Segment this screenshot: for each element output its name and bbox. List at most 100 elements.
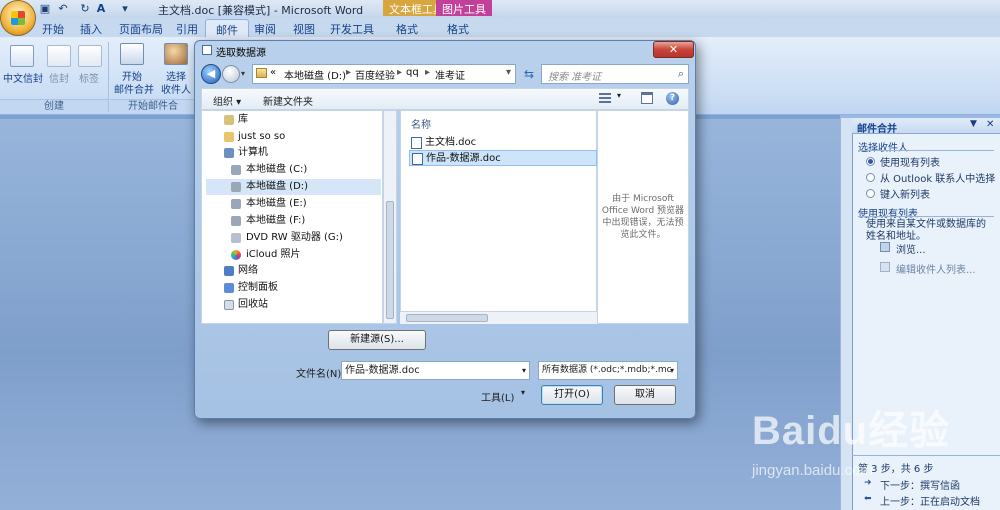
- start-mail-merge-label-2[interactable]: 邮件合并: [112, 81, 156, 96]
- help-icon[interactable]: ?: [666, 92, 679, 105]
- nav-item-drive-f[interactable]: 本地磁盘 (F:): [206, 213, 381, 229]
- edit-recipient-list-link[interactable]: 编辑收件人列表...: [896, 261, 976, 276]
- nav-item-dvd-drive[interactable]: DVD RW 驱动器 (G:): [206, 230, 381, 246]
- breadcrumb-zhunkaozheng[interactable]: 准考证: [435, 67, 465, 82]
- nav-item-network[interactable]: 网络: [206, 263, 381, 279]
- nav-label: 本地磁盘 (E:): [246, 198, 307, 209]
- option-use-existing-list[interactable]: 使用现有列表: [880, 154, 940, 169]
- select-recipients-label-2[interactable]: 收件人: [156, 81, 196, 96]
- filename-input[interactable]: 作品-数据源.doc ▾: [341, 361, 530, 380]
- task-pane-menu-icon[interactable]: ▼: [970, 119, 977, 129]
- option-outlook-contacts[interactable]: 从 Outlook 联系人中选择: [880, 170, 995, 185]
- font-color-icon[interactable]: A: [94, 2, 108, 16]
- nav-item-computer[interactable]: 计算机: [206, 145, 381, 161]
- tab-page-layout[interactable]: 页面布局: [109, 19, 173, 37]
- nav-item-icloud-photos[interactable]: iCloud 照片: [206, 247, 381, 263]
- file-type-dropdown-icon[interactable]: ▾: [670, 362, 674, 379]
- task-pane-title: 邮件合并: [857, 124, 897, 135]
- nav-item-just-so-so[interactable]: just so so: [206, 129, 381, 145]
- nav-item-drive-e[interactable]: 本地磁盘 (E:): [206, 196, 381, 212]
- tab-mailings[interactable]: 邮件: [205, 19, 249, 37]
- edit-recipient-list-icon: [880, 262, 890, 272]
- nav-item-library[interactable]: 库: [206, 112, 381, 128]
- file-type-select[interactable]: 所有数据源 (*.odc;*.mdb;*.mc ▾: [538, 361, 678, 380]
- column-header-name[interactable]: 名称: [411, 116, 431, 131]
- cancel-button[interactable]: 取消: [614, 385, 676, 405]
- breadcrumb-baidu-jingyan[interactable]: 百度经验: [355, 67, 395, 82]
- refresh-icon[interactable]: ⇆: [519, 64, 539, 84]
- breadcrumb-overflow[interactable]: «: [270, 67, 276, 78]
- task-pane-close-icon[interactable]: ✕: [986, 119, 994, 130]
- context-tab-picture-tools: 图片工具: [436, 0, 492, 16]
- browse-link[interactable]: 浏览...: [896, 241, 926, 256]
- nav-item-drive-c[interactable]: 本地磁盘 (C:): [206, 162, 381, 178]
- radio-outlook-contacts[interactable]: [866, 172, 875, 183]
- preview-pane-icon[interactable]: [641, 92, 653, 104]
- nav-item-control-panel[interactable]: 控制面板: [206, 280, 381, 296]
- undo-icon[interactable]: ↶: [56, 2, 70, 16]
- new-source-button[interactable]: 新建源(S)...: [328, 330, 426, 350]
- file-name: 作品-数据源.doc: [426, 153, 501, 164]
- preview-error-message: 由于 Microsoft Office Word 预览器中出现错误，无法预览此文…: [601, 194, 685, 240]
- qat-customize-icon[interactable]: ▾: [118, 2, 132, 16]
- tools-menu[interactable]: 工具(L): [481, 389, 514, 404]
- tab-view[interactable]: 视图: [283, 19, 325, 37]
- filename-dropdown-icon[interactable]: ▾: [522, 362, 526, 379]
- tab-format-textbox[interactable]: 格式: [386, 19, 428, 37]
- organize-menu[interactable]: 组织 ▾: [213, 93, 241, 108]
- prev-arrow-icon: ⬅: [864, 494, 872, 504]
- chinese-envelope-button[interactable]: 中文信封: [2, 70, 44, 85]
- nav-label: just so so: [238, 131, 286, 142]
- search-placeholder: 搜索 准考证: [548, 72, 602, 83]
- view-options-chevron-icon[interactable]: ▾: [617, 91, 621, 100]
- search-input[interactable]: 搜索 准考证 ⌕: [541, 64, 689, 84]
- watermark-brand: Baidu经验: [752, 409, 951, 453]
- forward-arrow-icon[interactable]: [222, 65, 240, 83]
- tab-developer[interactable]: 开发工具: [320, 19, 384, 37]
- nav-item-recycle-bin[interactable]: 回收站: [206, 297, 381, 313]
- tab-home[interactable]: 开始: [32, 19, 74, 37]
- file-item-main-doc[interactable]: 主文档.doc: [409, 135, 476, 151]
- drive-icon: [231, 182, 241, 192]
- tab-references[interactable]: 引用: [166, 19, 208, 37]
- navigation-scrollbar[interactable]: [383, 110, 397, 324]
- view-options-icon[interactable]: [599, 93, 611, 103]
- nav-label: 本地磁盘 (D:): [246, 181, 309, 192]
- filename-label: 文件名(N):: [296, 369, 345, 380]
- tab-format-picture[interactable]: 格式: [437, 19, 479, 37]
- nav-label: 网络: [238, 265, 258, 276]
- close-button[interactable]: ✕: [653, 41, 694, 58]
- scrollbar-thumb[interactable]: [406, 314, 488, 322]
- radio-type-new-list[interactable]: [866, 188, 875, 199]
- breadcrumb-separator-icon: ▸: [346, 67, 352, 78]
- breadcrumb-separator-icon: ▸: [397, 67, 403, 78]
- nav-label: 计算机: [238, 147, 268, 158]
- drive-icon: [231, 216, 241, 226]
- radio-use-existing-list[interactable]: [866, 156, 875, 167]
- open-button[interactable]: 打开(O): [541, 385, 603, 405]
- file-item-data-source-doc[interactable]: 作品-数据源.doc: [409, 150, 597, 166]
- labels-button[interactable]: 标签: [74, 70, 104, 85]
- tab-review[interactable]: 审阅: [244, 19, 286, 37]
- breadcrumb-qq[interactable]: qq: [406, 67, 419, 78]
- back-arrow-icon[interactable]: ◀: [201, 64, 221, 84]
- save-icon[interactable]: ▣: [38, 2, 52, 16]
- option-type-new-list[interactable]: 键入新列表: [880, 186, 930, 201]
- prev-step-link[interactable]: 上一步：正在启动文档: [880, 493, 980, 508]
- file-list-horizontal-scrollbar[interactable]: [400, 311, 597, 324]
- word-doc-icon: [411, 137, 422, 149]
- recent-locations-chevron-icon[interactable]: ▾: [241, 69, 245, 78]
- tools-chevron-icon[interactable]: ▾: [521, 388, 525, 397]
- envelope-button[interactable]: 信封: [44, 70, 74, 85]
- scrollbar-thumb[interactable]: [386, 201, 394, 319]
- window-title: 主文档.doc [兼容模式] - Microsoft Word: [158, 4, 364, 17]
- tab-insert[interactable]: 插入: [70, 19, 112, 37]
- new-folder-button[interactable]: 新建文件夹: [263, 93, 313, 108]
- nav-item-drive-d[interactable]: 本地磁盘 (D:): [206, 179, 381, 195]
- breadcrumb-drive-d[interactable]: 本地磁盘 (D:): [284, 67, 346, 82]
- redo-icon[interactable]: ↻: [78, 2, 92, 16]
- address-dropdown-icon[interactable]: ▾: [506, 67, 511, 78]
- use-existing-list-heading: 使用现有列表: [858, 209, 918, 220]
- envelope-icon: [47, 45, 71, 67]
- office-button[interactable]: [0, 0, 36, 36]
